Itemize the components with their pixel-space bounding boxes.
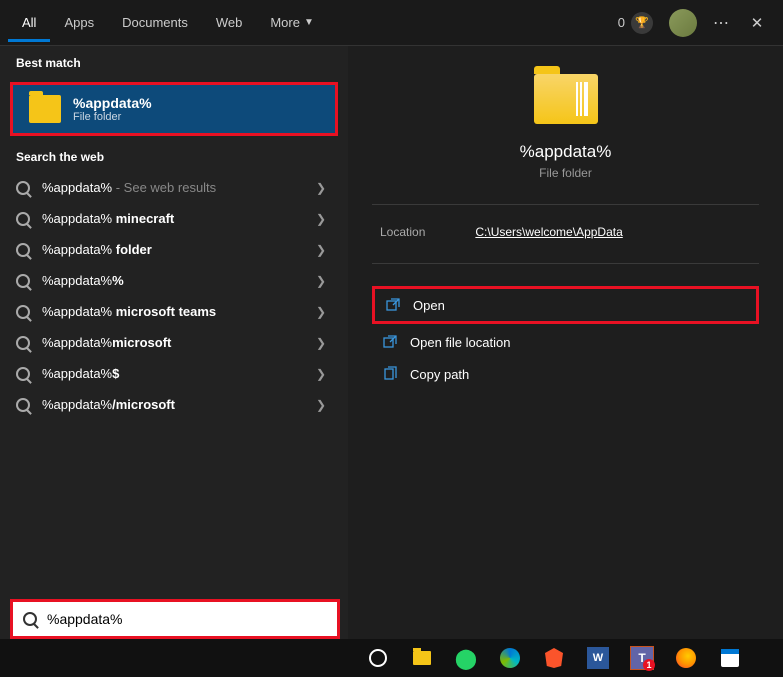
taskbar-word[interactable]: W xyxy=(578,639,618,677)
web-result[interactable]: %appdata%/microsoft ❯ xyxy=(0,389,348,420)
taskbar-edge[interactable] xyxy=(490,639,530,677)
web-result[interactable]: %appdata% microsoft teams ❯ xyxy=(0,296,348,327)
web-result[interactable]: %appdata%microsoft ❯ xyxy=(0,327,348,358)
results-panel: Best match %appdata% File folder Search … xyxy=(0,46,348,677)
edge-icon xyxy=(500,648,520,668)
search-web-heading: Search the web xyxy=(0,140,348,172)
best-match-title: %appdata% xyxy=(73,95,152,111)
search-icon xyxy=(16,336,30,350)
location-label: Location xyxy=(380,225,425,239)
tab-all[interactable]: All xyxy=(8,3,50,42)
word-icon: W xyxy=(587,647,609,669)
tab-more[interactable]: More ▼ xyxy=(256,3,328,42)
tab-web[interactable]: Web xyxy=(202,3,257,42)
trophy-icon: 🏆 xyxy=(631,12,653,34)
taskbar-firefox[interactable] xyxy=(666,639,706,677)
whatsapp-icon: ⬤ xyxy=(455,646,477,671)
open-icon xyxy=(382,334,398,350)
web-result[interactable]: %appdata% minecraft ❯ xyxy=(0,203,348,234)
more-options-button[interactable]: ⋯ xyxy=(713,13,731,33)
action-open-file-location[interactable]: Open file location xyxy=(372,326,759,358)
web-result[interactable]: %appdata% folder ❯ xyxy=(0,234,348,265)
chevron-right-icon: ❯ xyxy=(316,212,326,226)
chevron-right-icon: ❯ xyxy=(316,367,326,381)
search-icon xyxy=(16,243,30,257)
user-avatar[interactable] xyxy=(669,9,697,37)
search-icon xyxy=(16,212,30,226)
chevron-right-icon: ❯ xyxy=(316,274,326,288)
folder-icon xyxy=(29,95,61,123)
taskbar-file-explorer[interactable] xyxy=(402,639,442,677)
filter-tabs: All Apps Documents Web More ▼ xyxy=(8,3,328,42)
detail-subtitle: File folder xyxy=(539,166,592,180)
chevron-right-icon: ❯ xyxy=(316,181,326,195)
taskbar: ⬤ W T xyxy=(0,639,783,677)
best-match-subtitle: File folder xyxy=(73,111,152,123)
detail-panel: %appdata% File folder Location C:\Users\… xyxy=(348,46,783,677)
chevron-right-icon: ❯ xyxy=(316,243,326,257)
taskbar-cortana[interactable] xyxy=(358,639,398,677)
detail-title: %appdata% xyxy=(520,142,612,162)
chevron-right-icon: ❯ xyxy=(316,336,326,350)
best-match-result[interactable]: %appdata% File folder xyxy=(10,82,338,136)
search-icon xyxy=(16,274,30,288)
search-icon xyxy=(16,367,30,381)
file-explorer-icon xyxy=(413,651,431,665)
search-input[interactable] xyxy=(47,611,327,627)
copy-icon xyxy=(382,366,398,382)
web-result[interactable]: %appdata%% ❯ xyxy=(0,265,348,296)
tab-apps[interactable]: Apps xyxy=(50,3,108,42)
action-open[interactable]: Open xyxy=(372,286,759,324)
chevron-right-icon: ❯ xyxy=(316,398,326,412)
close-button[interactable]: ✕ xyxy=(747,13,767,33)
search-icon xyxy=(16,398,30,412)
taskbar-brave[interactable] xyxy=(534,639,574,677)
open-icon xyxy=(385,297,401,313)
web-result[interactable]: %appdata% - See web results ❯ xyxy=(0,172,348,203)
taskbar-calendar[interactable] xyxy=(710,639,750,677)
folder-icon xyxy=(534,74,598,124)
chevron-down-icon: ▼ xyxy=(304,17,314,28)
search-icon xyxy=(23,612,37,626)
web-result[interactable]: %appdata%$ ❯ xyxy=(0,358,348,389)
search-icon xyxy=(16,181,30,195)
action-copy-path[interactable]: Copy path xyxy=(372,358,759,390)
cortana-icon xyxy=(369,649,387,667)
teams-icon: T xyxy=(630,646,654,670)
calendar-icon xyxy=(721,649,739,667)
brave-icon xyxy=(545,648,563,668)
best-match-heading: Best match xyxy=(0,46,348,78)
tab-documents[interactable]: Documents xyxy=(108,3,202,42)
chevron-right-icon: ❯ xyxy=(316,305,326,319)
location-link[interactable]: C:\Users\welcome\AppData xyxy=(475,225,622,239)
firefox-icon xyxy=(676,648,696,668)
header-bar: All Apps Documents Web More ▼ 0 🏆 ⋯ ✕ xyxy=(0,0,783,46)
taskbar-whatsapp[interactable]: ⬤ xyxy=(446,639,486,677)
search-icon xyxy=(16,305,30,319)
rewards-indicator[interactable]: 0 🏆 xyxy=(618,12,653,34)
search-bar-container xyxy=(10,599,340,639)
taskbar-teams[interactable]: T xyxy=(622,639,662,677)
